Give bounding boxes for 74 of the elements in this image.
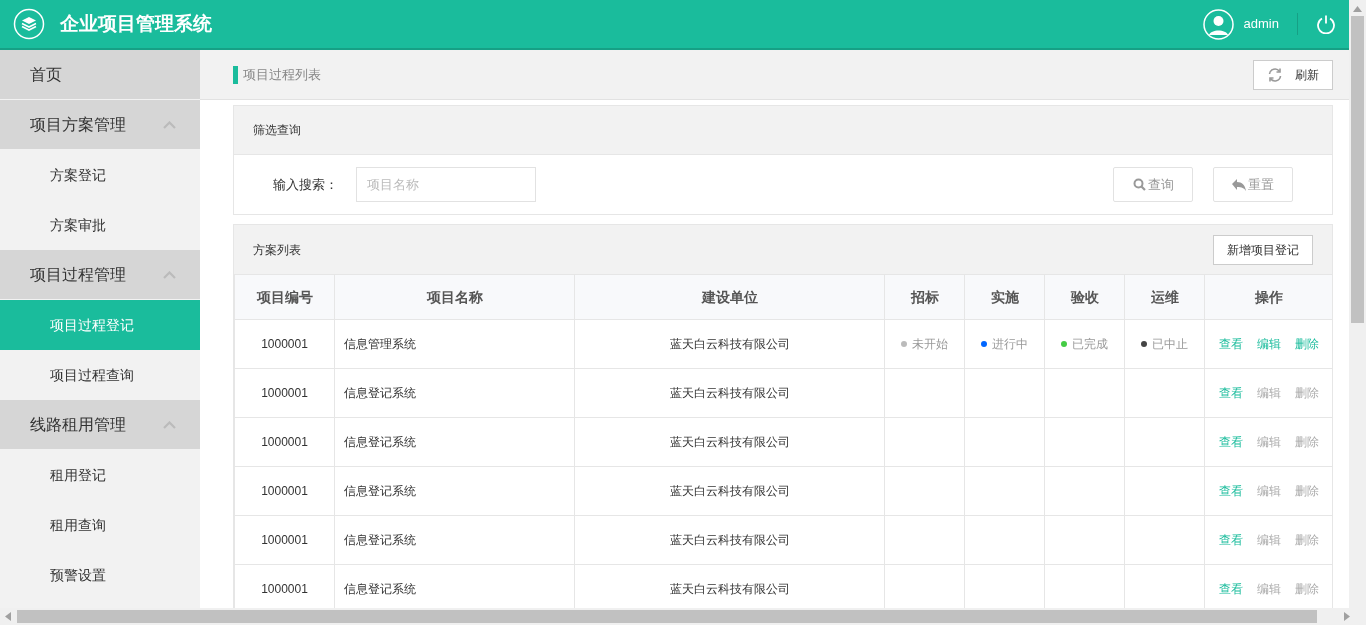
chevron-up-icon[interactable]: [163, 120, 176, 129]
table-cell: 1000001: [234, 466, 335, 516]
table-cell: 蓝天白云科技有限公司: [574, 466, 885, 516]
status-text: 已完成: [1072, 336, 1108, 353]
horizontal-scrollbar[interactable]: [0, 608, 1366, 625]
table-cell: 信息管理系统: [334, 319, 575, 369]
table-cell: 信息登记系统: [334, 515, 575, 565]
vertical-scrollbar[interactable]: [1349, 0, 1366, 608]
action-link[interactable]: 删除: [1294, 335, 1319, 353]
status-text: 进行中: [992, 336, 1028, 353]
column-header: 操作: [1204, 274, 1333, 320]
action-link[interactable]: 查看: [1218, 384, 1243, 402]
menu-group-header[interactable]: 项目方案管理: [0, 100, 200, 150]
column-header: 招标: [884, 274, 965, 320]
table-cell: 1000001: [234, 515, 335, 565]
action-link[interactable]: 查看: [1218, 433, 1243, 451]
table-cell: 信息登记系统: [334, 368, 575, 418]
search-button[interactable]: 查询: [1113, 167, 1193, 202]
menu-group-header[interactable]: 项目过程管理: [0, 250, 200, 300]
table-cell: 1000001: [234, 368, 335, 418]
panel-title: 方案列表: [253, 241, 301, 259]
chevron-up-icon[interactable]: [163, 270, 176, 279]
refresh-icon: [1267, 66, 1283, 83]
panel-title: 筛选查询: [253, 122, 301, 139]
menu-item[interactable]: 首页: [0, 50, 200, 100]
search-icon: [1132, 178, 1146, 191]
search-label: 输入搜索：: [273, 175, 339, 194]
up-arrow-icon[interactable]: [1353, 6, 1362, 12]
action-link[interactable]: 查看: [1218, 580, 1243, 598]
scrollbar-thumb[interactable]: [1351, 16, 1364, 323]
column-header: 实施: [964, 274, 1045, 320]
column-header: 运维: [1124, 274, 1205, 320]
table-cell: 1000001: [234, 319, 335, 369]
app-title: 企业项目管理系统: [60, 11, 212, 36]
layers-icon: [13, 8, 45, 40]
table-cell: 信息登记系统: [334, 466, 575, 516]
scrollbar-thumb[interactable]: [17, 610, 1317, 623]
column-header: 项目名称: [334, 274, 575, 320]
column-header: 项目编号: [234, 274, 335, 320]
user-avatar-icon: [1202, 8, 1234, 40]
menu-item[interactable]: 预警设置: [0, 550, 200, 600]
action-link[interactable]: 查看: [1218, 531, 1243, 549]
menu-item[interactable]: 项目过程登记: [0, 300, 200, 350]
action-link[interactable]: 查看: [1218, 335, 1243, 353]
reset-button[interactable]: 重置: [1213, 167, 1293, 202]
refresh-button[interactable]: 刷新: [1253, 59, 1333, 90]
search-field[interactable]: 项目名称: [356, 167, 536, 202]
status-text: 未开始: [912, 336, 948, 353]
undo-arrow-icon: [1232, 178, 1246, 191]
menu-item[interactable]: 租用查询: [0, 500, 200, 550]
action-link[interactable]: 查看: [1218, 482, 1243, 500]
menu-item[interactable]: 租用登记: [0, 450, 200, 500]
power-icon[interactable]: [1316, 14, 1336, 34]
menu-item[interactable]: 方案登记: [0, 150, 200, 200]
table-cell: 信息登记系统: [334, 417, 575, 467]
table-cell: 1000001: [234, 417, 335, 467]
table-cell: 蓝天白云科技有限公司: [574, 417, 885, 467]
column-header: 建设单位: [574, 274, 885, 320]
column-header: 验收: [1044, 274, 1125, 320]
status-text: 已中止: [1152, 336, 1188, 353]
right-arrow-icon[interactable]: [1344, 612, 1350, 621]
user-name[interactable]: admin: [1243, 14, 1279, 34]
menu-item[interactable]: 项目过程查询: [0, 350, 200, 400]
action-link[interactable]: 编辑: [1256, 335, 1281, 353]
accent-bar: [233, 65, 238, 84]
add-project-button[interactable]: 新增项目登记: [1213, 234, 1313, 265]
menu-item[interactable]: 方案审批: [0, 200, 200, 250]
table-cell: 蓝天白云科技有限公司: [574, 515, 885, 565]
chevron-up-icon[interactable]: [163, 420, 176, 429]
left-arrow-icon[interactable]: [5, 612, 11, 621]
breadcrumb: 项目过程列表: [243, 65, 321, 84]
table-cell: 蓝天白云科技有限公司: [574, 319, 885, 369]
menu-group-header[interactable]: 线路租用管理: [0, 400, 200, 450]
table-cell: 蓝天白云科技有限公司: [574, 368, 885, 418]
